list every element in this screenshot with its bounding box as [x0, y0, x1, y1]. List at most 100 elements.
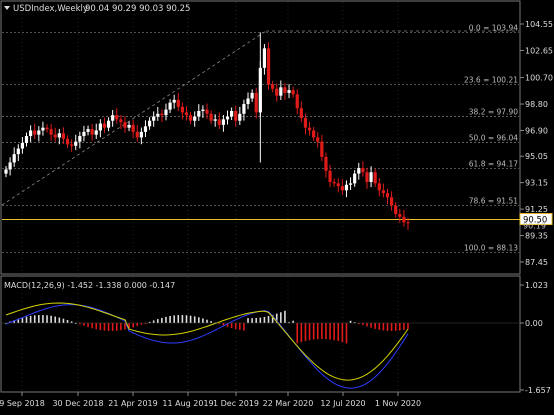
candle-bull [94, 130, 98, 135]
current-price-value: 90.50 [523, 216, 547, 226]
macd-panel[interactable] [0, 275, 521, 393]
macd-hist-bar-pos [58, 317, 61, 323]
macd-hist-bar-pos [33, 315, 36, 323]
macd-hist-bar-neg [386, 323, 389, 331]
candle-bear [61, 133, 66, 139]
candle-bull [221, 119, 226, 125]
candle-bear [160, 113, 164, 116]
candle-bull [16, 148, 20, 155]
macd-hist-bar-pos [46, 315, 48, 323]
price-tick-label: 91.25 [525, 205, 548, 214]
candle-bull [197, 110, 201, 117]
candle-bull [127, 124, 131, 128]
candle-bull [57, 133, 61, 138]
candle-bull [279, 87, 283, 96]
candle-bull [29, 130, 33, 137]
macd-hist-bar-neg [337, 323, 340, 342]
macd-hist-bar-neg [91, 323, 93, 329]
macd-label: MACD(12,26,9) -1.452 -1.338 0.000 -0.147 [4, 281, 175, 290]
macd-hist-bar-pos [247, 318, 249, 323]
price-tick-label: 104.55 [525, 20, 553, 29]
candle-bull [357, 168, 361, 174]
macd-hist-bar-neg [95, 323, 98, 330]
macd-hist-bar-neg [403, 323, 405, 330]
candle-bear [283, 87, 287, 93]
chart-canvas[interactable]: 0.0 = 103.9423.6 = 100.2138.2 = 97.9050.… [0, 0, 554, 411]
candle-bear [180, 106, 184, 113]
time-tick-label: 9 Sep 2018 [0, 399, 45, 408]
macd-hist-bar-neg [304, 323, 307, 342]
candle-bear [295, 94, 299, 109]
fib-level-label: 23.6 = 100.21 [464, 75, 518, 84]
candle-bear [373, 172, 377, 184]
candle-bear [271, 84, 275, 89]
macd-hist-bar-neg [136, 323, 139, 327]
macd-hist-bar-pos [25, 316, 28, 323]
candle-bear [336, 183, 340, 187]
macd-hist-bar-neg [374, 323, 376, 329]
macd-hist-bar-neg [345, 323, 348, 344]
macd-hist-bar-pos [156, 319, 159, 323]
candle-bull [86, 129, 90, 132]
candle-bull [246, 98, 250, 105]
candle-bull [344, 184, 349, 191]
macd-hist-bar-pos [185, 315, 188, 323]
macd-hist-bar-neg [325, 323, 327, 340]
macd-hist-bar-neg [333, 323, 335, 341]
candle-bear [131, 124, 135, 132]
macd-hist-bar-neg [300, 323, 303, 343]
fib-level-label: 50.0 = 96.04 [469, 133, 518, 142]
candle-bear [45, 127, 49, 130]
candle-bear [70, 144, 74, 146]
candle-bull [287, 90, 291, 93]
candle-bear [394, 205, 398, 214]
chart-window[interactable]: 0.0 = 103.94 23.6 = 100.21 38.2 = 97.90 50.… [0, 0, 554, 411]
time-axis: 9 Sep 2018 30 Dec 2018 21 Apr 2019 11 Aug 2… [0, 392, 421, 408]
candle-bull [242, 104, 246, 114]
macd-hist-bar-neg [87, 323, 89, 328]
macd-hist-bar-pos [173, 315, 175, 323]
candle-bull [213, 119, 217, 121]
candle-bear [254, 92, 258, 113]
price-tick-label: 95.05 [525, 152, 548, 161]
candle-bull [74, 141, 78, 146]
symbol-header: USDIndex,Weekly 90.04 90.29 90.03 90.25 [4, 4, 190, 14]
macd-hist-bar-neg [230, 323, 233, 329]
macd-hist-bar-neg [370, 323, 372, 328]
macd-hist-bar-pos [21, 317, 24, 323]
candle-bear [381, 190, 385, 194]
candle-bear [406, 222, 410, 224]
current-price-marker: 90.19 90.50 [519, 213, 553, 231]
macd-hist-bar-pos [169, 316, 171, 323]
candle-bear [188, 115, 193, 121]
candle-bull [78, 136, 82, 142]
candle-bear [65, 138, 70, 145]
macd-hist-bar-neg [394, 323, 397, 331]
candle-bull [201, 109, 205, 111]
candle-bull [82, 131, 86, 137]
candle-bear [316, 137, 320, 142]
macd-tick-label: -1.657 [525, 386, 551, 395]
fib-level-label: 78.6 = 91.51 [469, 196, 518, 205]
candle-bull [143, 126, 148, 132]
macd-hist-bar-neg [308, 323, 311, 341]
candle-bull [12, 154, 16, 163]
candle-bear [402, 216, 406, 223]
candle-bull [156, 113, 160, 117]
macd-hist-bar-pos [177, 315, 180, 323]
macd-header: MACD(12,26,9) -1.452 -1.338 0.000 -0.147 [4, 281, 175, 290]
macd-hist-bar-pos [66, 319, 69, 323]
macd-hist-bar-pos [165, 316, 167, 323]
price-tick-label: 102.65 [525, 46, 553, 55]
candle-bull [24, 136, 29, 143]
candle-bear [398, 213, 402, 217]
macd-hist-bar-neg [312, 323, 315, 340]
macd-hist-bar-neg [296, 323, 299, 344]
candle-bear [340, 186, 344, 191]
macd-hist-bar-neg [366, 323, 368, 327]
candle-bull [348, 183, 353, 185]
macd-hist-bar-pos [267, 316, 270, 323]
macd-hist-bar-neg [390, 323, 393, 331]
macd-hist-bar-neg [115, 323, 118, 331]
candle-bear [102, 123, 107, 128]
